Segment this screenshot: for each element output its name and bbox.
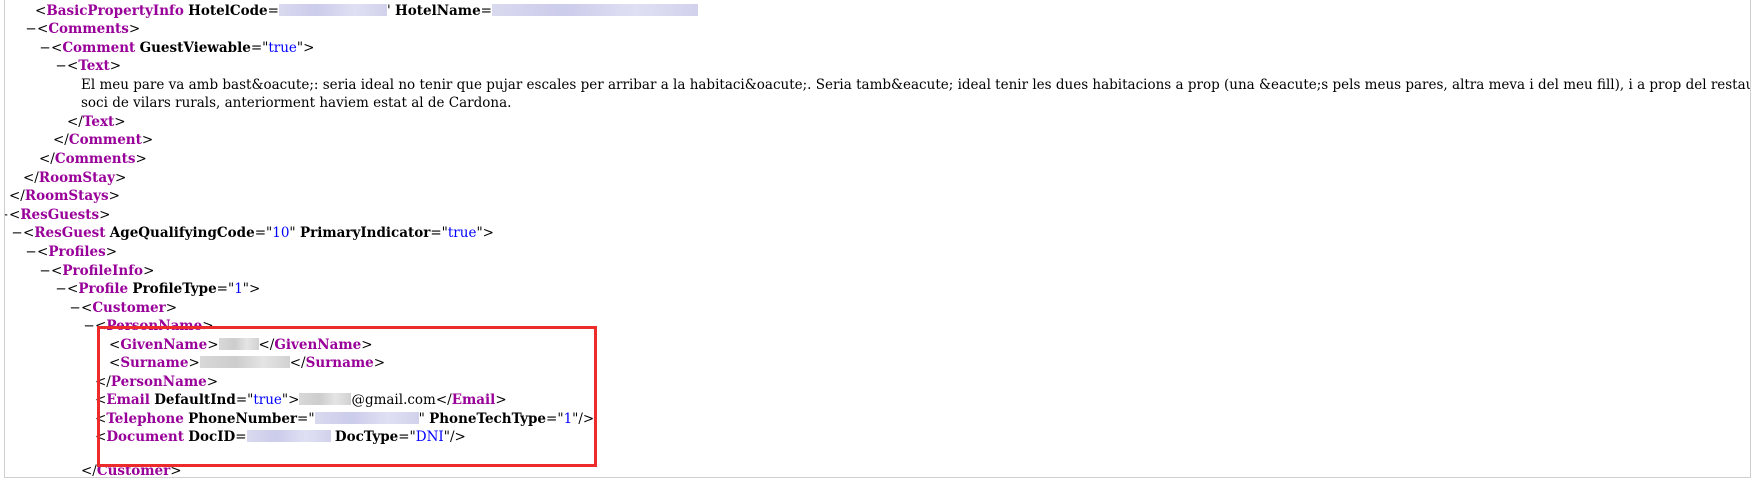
tag-email-open: Email (106, 392, 150, 408)
tag-personname-close: PersonName (110, 374, 207, 390)
attr-doc-id: DocID (188, 429, 236, 445)
xml-line-personname-open: −<PersonName> (83, 317, 214, 336)
collapse-toggle-personname[interactable]: − (83, 317, 95, 336)
tag-resguest-open: ResGuest (34, 225, 106, 241)
browser-viewport: <BasicPropertyInfo HotelCode= ' HotelName… (0, 0, 1755, 483)
collapse-toggle-resguest[interactable]: − (11, 224, 23, 243)
tag-comment-open: Comment (62, 40, 136, 56)
value-default-ind: true (253, 392, 282, 408)
collapse-toggle-customer[interactable]: − (69, 299, 81, 318)
xml-document-frame: <BasicPropertyInfo HotelCode= ' HotelName… (4, 0, 1751, 478)
email-domain: @gmail.com (351, 392, 436, 408)
xml-line-profiles-open: −<Profiles> (25, 243, 118, 262)
tag-comments-open: Comments (48, 21, 129, 37)
tag-customer-close: Customer (96, 463, 171, 478)
tag-roomstays-close: RoomStays (24, 188, 109, 204)
tag-text-close: Text (82, 114, 115, 130)
tag-comment-close: Comment (68, 132, 142, 148)
xml-text-content-line1: El meu pare va amb bast&oacute;: seria i… (81, 77, 1751, 93)
xml-line-resguests-open: −<ResGuests> (5, 206, 110, 225)
xml-line-telephone: <Telephone PhoneNumber=" " PhoneTechType=… (95, 411, 595, 427)
attr-primary-indicator: PrimaryIndicator (299, 225, 431, 241)
xml-line-personname-close: </PersonName> (95, 374, 219, 390)
attr-phone-number: PhoneNumber (188, 411, 298, 427)
collapse-toggle-comment[interactable]: − (39, 39, 51, 58)
xml-line-resguest-open: −<ResGuest AgeQualifyingCode="10" Primar… (11, 224, 494, 243)
xml-line-text-close: </Text> (67, 114, 126, 130)
tag-profileinfo-open: ProfileInfo (62, 263, 144, 279)
redacted-surname (199, 356, 290, 368)
xml-line-email: <Email DefaultInd="true"> @gmail.com</Ema… (95, 392, 507, 408)
redacted-phone-number (314, 412, 419, 424)
collapse-toggle-profiles[interactable]: − (25, 243, 37, 262)
xml-line-customer-open: −<Customer> (69, 299, 178, 318)
tag-customer-open: Customer (92, 300, 166, 316)
tag-personname-open: PersonName (106, 318, 203, 334)
tag-resguests-open: ResGuests (20, 207, 100, 223)
redacted-hotel-name (491, 4, 698, 16)
tag-profile-open: Profile (78, 281, 129, 297)
tag-text-open: Text (78, 58, 110, 74)
redacted-email-user (299, 393, 352, 405)
value-primary-indicator: true (447, 225, 477, 241)
collapse-toggle-comments[interactable]: − (25, 20, 37, 39)
attr-age-qualifying-code: AgeQualifyingCode (109, 225, 255, 241)
collapse-toggle-profile[interactable]: − (55, 280, 67, 299)
value-doc-type: DNI (415, 429, 444, 445)
xml-line-comment-close: </Comment> (53, 132, 154, 148)
attr-default-ind: DefaultInd (154, 392, 236, 408)
xml-line-basic-property-info: <BasicPropertyInfo HotelCode= ' HotelName… (35, 2, 698, 21)
tag-profiles-open: Profiles (48, 244, 106, 260)
tag-roomstay-close: RoomStay (38, 170, 115, 186)
value-profile-type: 1 (234, 281, 243, 297)
value-guest-viewable: true (268, 40, 297, 56)
xml-line-roomstays-close: </RoomStays> (9, 188, 120, 204)
collapse-toggle-text[interactable]: − (55, 57, 67, 76)
xml-line-profileinfo-open: −<ProfileInfo> (39, 262, 155, 281)
attr-profile-type: ProfileType (132, 281, 217, 297)
xml-text-content-line2: soci de vilars rurals, anteriorment havi… (81, 95, 512, 111)
xml-line-surname: <Surname> </Surname> (109, 355, 386, 371)
redacted-hotel-code (278, 4, 387, 16)
attr-hotel-name: HotelName (394, 3, 481, 19)
xml-line-comments-close: </Comments> (39, 151, 147, 167)
xml-line-customer-close: </Customer> (81, 463, 182, 478)
tag-comments-close: Comments (54, 151, 136, 167)
xml-line-document: <Document DocID= DocType="DNI"/> (95, 429, 466, 445)
tag-document: Document (106, 429, 184, 445)
xml-line-comment-open: −<Comment GuestViewable="true"> (39, 39, 315, 58)
attr-doc-type: DocType (334, 429, 399, 445)
xml-tree: <BasicPropertyInfo HotelCode= ' HotelName… (5, 0, 1751, 478)
xml-line-roomstay-close: </RoomStay> (23, 170, 127, 186)
attr-hotel-code: HotelCode (188, 3, 268, 19)
tag-givenname-open: GivenName (120, 337, 208, 353)
tag-telephone: Telephone (106, 411, 184, 427)
value-phone-tech-type: 1 (563, 411, 573, 427)
collapse-toggle-profileinfo[interactable]: − (39, 262, 51, 281)
tag-surname-close: Surname (305, 355, 374, 371)
redacted-doc-id (246, 430, 331, 442)
xml-line-comments-open: −<Comments> (25, 20, 141, 39)
tag-email-close: Email (451, 392, 496, 408)
value-age-qualifying-code: 10 (272, 225, 290, 241)
xml-line-text-open: −<Text> (55, 57, 121, 76)
tag-givenname-close: GivenName (274, 337, 362, 353)
xml-line-givenname: <GivenName> </GivenName> (109, 337, 373, 353)
xml-line-profile-open: −<Profile ProfileType="1"> (55, 280, 261, 299)
redacted-given-name (218, 338, 259, 350)
attr-phone-tech-type: PhoneTechType (429, 411, 547, 427)
attr-guest-viewable: GuestViewable (139, 40, 251, 56)
tag-basic-property-info: BasicPropertyInfo (46, 3, 184, 19)
tag-surname-open: Surname (120, 355, 189, 371)
